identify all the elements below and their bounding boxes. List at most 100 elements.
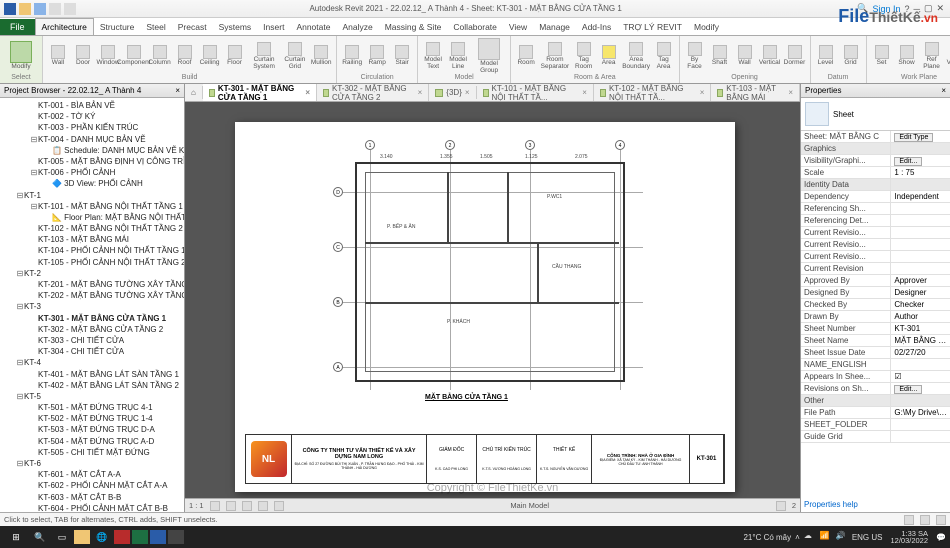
ribbon-roof-button[interactable]: Roof <box>174 45 196 67</box>
ribbon-tab-annotate[interactable]: Annotate <box>290 19 336 35</box>
chrome-icon[interactable]: 🌐 <box>92 528 112 546</box>
props-help-link[interactable]: Properties help <box>801 497 950 512</box>
ribbon-tab-steel[interactable]: Steel <box>140 19 171 35</box>
view-tab[interactable]: KT-302 - MẶT BẰNG CỬA TẦNG 2× <box>317 84 429 102</box>
ribbon-tag-area-button[interactable]: Tag Area <box>653 42 675 70</box>
ribbon-tab-massing-site[interactable]: Massing & Site <box>379 19 448 35</box>
ribbon-tab-analyze[interactable]: Analyze <box>336 19 378 35</box>
autocad-icon[interactable] <box>114 530 130 544</box>
props-row[interactable]: Guide Grid <box>801 431 950 443</box>
props-close-icon[interactable]: × <box>941 86 946 95</box>
props-group-header[interactable]: Graphics <box>801 143 890 154</box>
view-tab[interactable]: KT-103 - MẶT BẰNG MÁI× <box>711 84 800 102</box>
tree-node[interactable]: KT-503 - MẶT ĐỨNG TRỤC D-A <box>2 424 182 435</box>
tree-node[interactable]: KT-202 - MẶT BẰNG TƯỜNG XÂY TẦNG 2 <box>2 290 182 301</box>
scale-display[interactable]: 1 : 1 <box>189 501 204 510</box>
tree-node[interactable]: ⊟KT-4 <box>2 357 182 368</box>
drawing-canvas[interactable]: 1 2 3 4 D C B A <box>185 102 800 498</box>
props-group-header[interactable]: Identity Data <box>801 179 890 190</box>
tree-node[interactable]: ⊟KT-3 <box>2 301 182 312</box>
view-home-icon[interactable]: ⌂ <box>185 86 203 99</box>
clock[interactable]: 1:33 SA 12/03/2022 <box>886 530 932 545</box>
props-row[interactable]: Sheet NumberKT-301 <box>801 323 950 335</box>
project-tree[interactable]: KT-001 - BÌA BẢN VẼKT-002 - TỜ KÝKT-003 … <box>0 98 184 512</box>
onedrive-icon[interactable]: ☁ <box>804 531 816 543</box>
filter-icon[interactable] <box>776 501 786 511</box>
tree-node[interactable]: ⊟KT-5 <box>2 391 182 402</box>
search-taskbar-icon[interactable]: 🔍 <box>30 528 50 546</box>
ribbon-by-face-button[interactable]: By Face <box>684 42 706 70</box>
props-group-header[interactable]: Other <box>801 395 890 406</box>
ribbon-model-group-button[interactable]: Model Group <box>472 38 506 74</box>
edit-button[interactable]: Edit... <box>894 157 922 166</box>
tree-node[interactable]: 🔷 3D View: PHỐI CẢNH <box>2 178 182 189</box>
tree-node[interactable]: KT-604 - PHỐI CẢNH MẶT CẮT B-B <box>2 503 182 512</box>
tree-node[interactable]: KT-303 - CHI TIẾT CỬA <box>2 335 182 346</box>
tree-node[interactable]: KT-401 - MẶT BẰNG LÁT SÀN TẦNG 1 <box>2 369 182 380</box>
ribbon-wall-button[interactable]: Wall <box>47 45 69 67</box>
visual-style-icon[interactable] <box>226 501 236 511</box>
props-row[interactable]: Sheet Issue Date02/27/20 <box>801 347 950 359</box>
ribbon-tab-systems[interactable]: Systems <box>213 19 258 35</box>
ribbon-ref-plane-button[interactable]: Ref Plane <box>921 42 943 70</box>
ribbon-set-button[interactable]: Set <box>871 45 893 67</box>
props-row[interactable]: Referencing Det... <box>801 215 950 227</box>
tree-node[interactable]: KT-302 - MẶT BẰNG CỬA TẦNG 2 <box>2 324 182 335</box>
tree-node[interactable]: 📋 Schedule: DANH MỤC BẢN VẼ KIẾN TRÚC <box>2 145 182 156</box>
ribbon-tab-manage[interactable]: Manage <box>533 19 576 35</box>
tree-node[interactable]: KT-502 - MẶT ĐỨNG TRỤC 1-4 <box>2 413 182 424</box>
ribbon-ramp-button[interactable]: Ramp <box>366 45 388 67</box>
detail-level-icon[interactable] <box>210 501 220 511</box>
edit-button[interactable]: Edit... <box>894 385 922 394</box>
tab-close-icon[interactable]: × <box>465 88 470 97</box>
ribbon-tab-file[interactable]: File <box>0 19 35 35</box>
tree-node[interactable]: KT-102 - MẶT BẰNG NỘI THẤT TẦNG 2 <box>2 223 182 234</box>
ribbon-modify-button[interactable]: Modify <box>4 41 38 71</box>
props-body[interactable]: GraphicsVisibility/Graphi...Edit...Scale… <box>801 143 950 497</box>
ribbon-tab-view[interactable]: View <box>503 19 533 35</box>
ribbon-model-text-button[interactable]: Model Text <box>422 42 444 70</box>
undo-icon[interactable] <box>49 3 61 15</box>
props-row[interactable]: Current Revisio... <box>801 251 950 263</box>
props-row[interactable]: Designed ByDesigner <box>801 287 950 299</box>
ribbon-viewer-button[interactable]: Viewer <box>946 45 950 67</box>
redo-icon[interactable] <box>64 3 76 15</box>
props-row[interactable]: DependencyIndependent <box>801 191 950 203</box>
view-tab[interactable]: KT-102 - MẶT BẰNG NỘI THẤT TẦ...× <box>594 84 711 102</box>
ribbon-level-button[interactable]: Level <box>815 45 837 67</box>
ribbon-floor-button[interactable]: Floor <box>224 45 246 67</box>
props-row[interactable]: Checked ByChecker <box>801 299 950 311</box>
view-tab[interactable]: {3D}× <box>429 86 476 99</box>
ribbon-curtain-grid-button[interactable]: Curtain Grid <box>283 42 308 70</box>
ribbon-area-boundary-button[interactable]: Area Boundary <box>623 42 650 70</box>
explorer-icon[interactable] <box>74 530 90 544</box>
ribbon-model-line-button[interactable]: Model Line <box>447 42 469 70</box>
status-icon[interactable] <box>936 515 946 525</box>
ribbon-curtain-system-button[interactable]: Curtain System <box>249 42 280 70</box>
ribbon-tab-architecture[interactable]: Architecture <box>35 18 94 35</box>
ribbon-tab-add-ins[interactable]: Add-Ins <box>576 19 617 35</box>
ribbon-column-button[interactable]: Column <box>149 45 171 67</box>
tree-node[interactable]: KT-104 - PHỐI CẢNH NỘI THẤT TẦNG 1 <box>2 245 182 256</box>
tab-close-icon[interactable]: × <box>700 88 705 97</box>
ribbon-stair-button[interactable]: Stair <box>391 45 413 67</box>
props-row[interactable]: Current Revisio... <box>801 239 950 251</box>
ribbon-tab-insert[interactable]: Insert <box>257 19 290 35</box>
props-row[interactable]: Revisions on Sh...Edit... <box>801 383 950 395</box>
browser-close-icon[interactable]: × <box>175 86 180 95</box>
props-instance[interactable]: Sheet: MẶT BẰNG C <box>801 131 890 142</box>
tree-node[interactable]: KT-105 - PHỐI CẢNH NỘI THẤT TẦNG 2 <box>2 257 182 268</box>
props-row[interactable]: Scale1 : 75 <box>801 167 950 179</box>
ribbon-grid-button[interactable]: Grid <box>840 45 862 67</box>
props-row[interactable]: Current Revisio... <box>801 227 950 239</box>
tree-node[interactable]: ⊟KT-004 - DANH MỤC BẢN VẼ <box>2 134 182 145</box>
tree-node[interactable]: KT-505 - CHI TIẾT MẶT ĐỨNG <box>2 447 182 458</box>
wifi-icon[interactable]: 📶 <box>820 531 832 543</box>
app-icon[interactable] <box>168 530 184 544</box>
tree-node[interactable]: KT-103 - MẶT BẰNG MÁI <box>2 234 182 245</box>
ribbon-mullion-button[interactable]: Mullion <box>310 45 332 67</box>
ribbon-vertical-button[interactable]: Vertical <box>759 45 781 67</box>
tab-close-icon[interactable]: × <box>418 88 423 97</box>
props-row[interactable]: Drawn ByAuthor <box>801 311 950 323</box>
view-tab[interactable]: KT-101 - MẶT BẰNG NỘI THẤT TẦ...× <box>477 84 594 102</box>
